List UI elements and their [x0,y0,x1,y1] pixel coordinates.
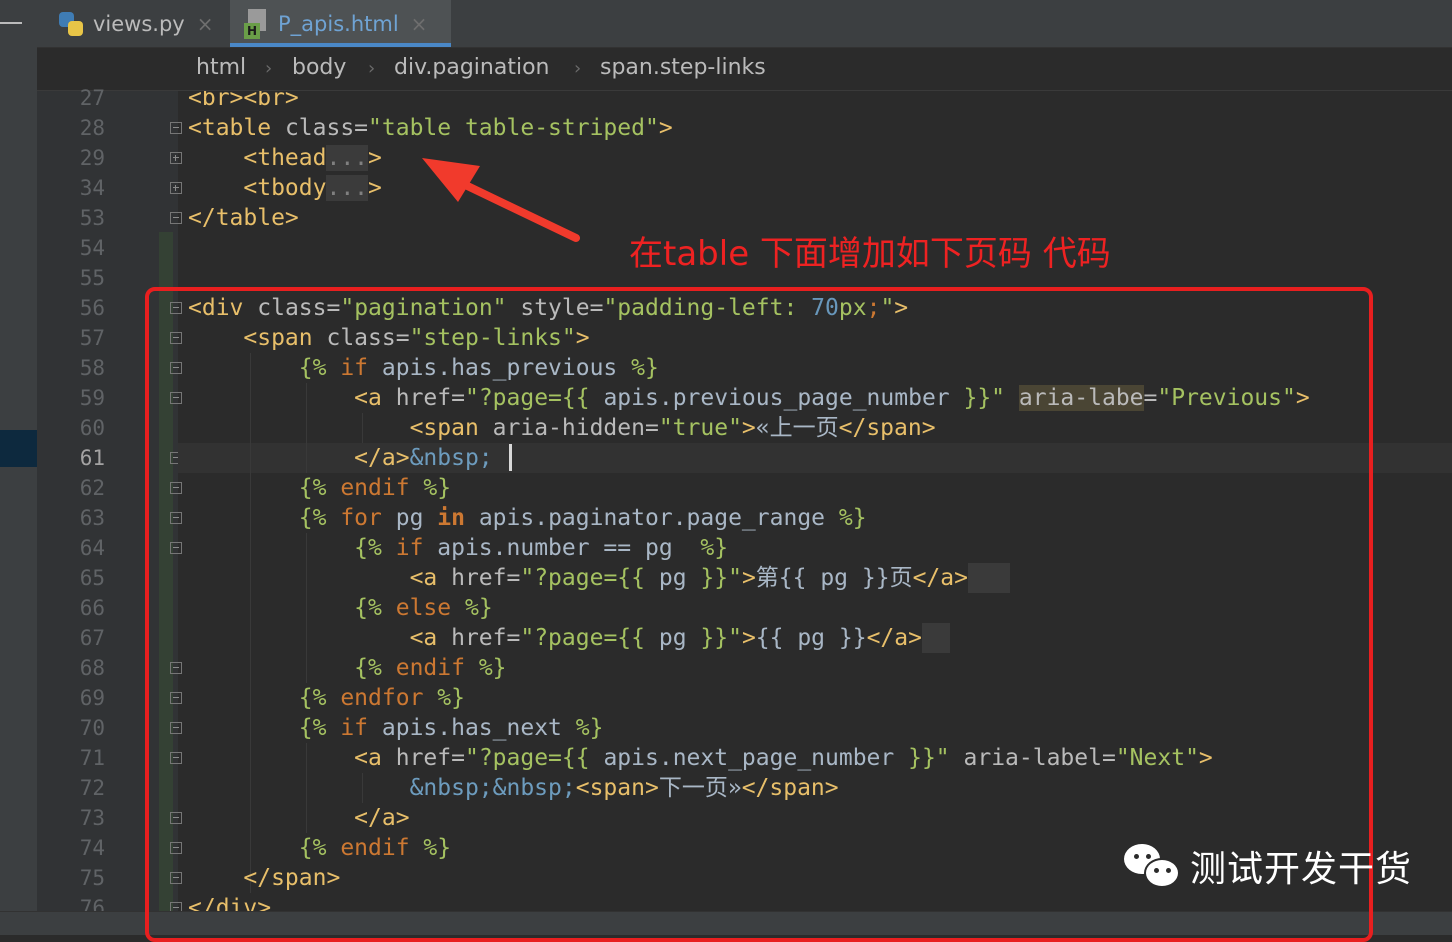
close-icon[interactable]: × [197,12,214,36]
active-tab-indicator [230,43,451,47]
line-number: 55 [79,266,105,290]
code-line-folded[interactable]: <thead...> [188,143,382,173]
code-line-folded[interactable]: <tbody...> [188,173,382,203]
line-number: 34 [79,176,105,200]
line-number: 69 [79,686,105,710]
tab-views-py[interactable]: views.py × [57,0,233,47]
chevron-right-icon: › [265,58,273,79]
tab-label: views.py [93,11,185,36]
annotation-text: 在table 下面增加如下页码 代码 [629,234,1111,274]
code-line[interactable]: <br><br> [188,91,299,113]
line-number: 64 [79,536,105,560]
code-line[interactable]: </table> [188,203,299,233]
line-number: 71 [79,746,105,770]
line-number: 68 [79,656,105,680]
python-file-icon [57,10,85,38]
wechat-icon [1124,840,1182,892]
tool-window-strip [0,0,38,934]
line-number: 65 [79,566,105,590]
breadcrumb-item-div-pagination[interactable]: div.pagination [394,55,549,80]
breadcrumb-item-span-step-links[interactable]: span.step-links [600,55,766,80]
line-number: 73 [79,806,105,830]
line-number: 62 [79,476,105,500]
breadcrumb-item-body[interactable]: body [292,55,346,80]
line-number: 75 [79,866,105,890]
line-number: 60 [79,416,105,440]
line-number: 66 [79,596,105,620]
chevron-right-icon: › [368,58,376,79]
line-number-current: 61 [79,446,105,470]
line-number: 59 [79,386,105,410]
line-number: 28 [79,116,105,140]
breadcrumb-item-html[interactable]: html [196,55,246,80]
watermark-text: 测试开发干货 [1190,849,1413,890]
line-number: 27 [79,86,105,110]
line-number: 29 [79,146,105,170]
tab-p-apis-html[interactable]: H P_apis.html × [230,0,451,47]
tab-label: P_apis.html [278,11,399,36]
line-number: 74 [79,836,105,860]
current-line-marker [0,430,37,467]
editor-tab-bar: views.py × H P_apis.html × [37,0,1452,48]
line-number: 53 [79,206,105,230]
line-number: 58 [79,356,105,380]
line-number: 54 [79,236,105,260]
minimize-icon[interactable] [0,22,22,24]
code-line[interactable]: <table class="table table-striped"> [188,113,673,143]
breadcrumb: html › body › div.pagination › span.step… [37,48,1452,91]
line-number: 70 [79,716,105,740]
line-number: 67 [79,626,105,650]
close-icon[interactable]: × [411,12,428,36]
html-file-icon: H [244,8,270,39]
watermark: 测试开发干货 [1124,840,1412,892]
line-number: 63 [79,506,105,530]
line-number: 57 [79,326,105,350]
line-number: 72 [79,776,105,800]
line-number: 56 [79,296,105,320]
chevron-right-icon: › [574,58,582,79]
